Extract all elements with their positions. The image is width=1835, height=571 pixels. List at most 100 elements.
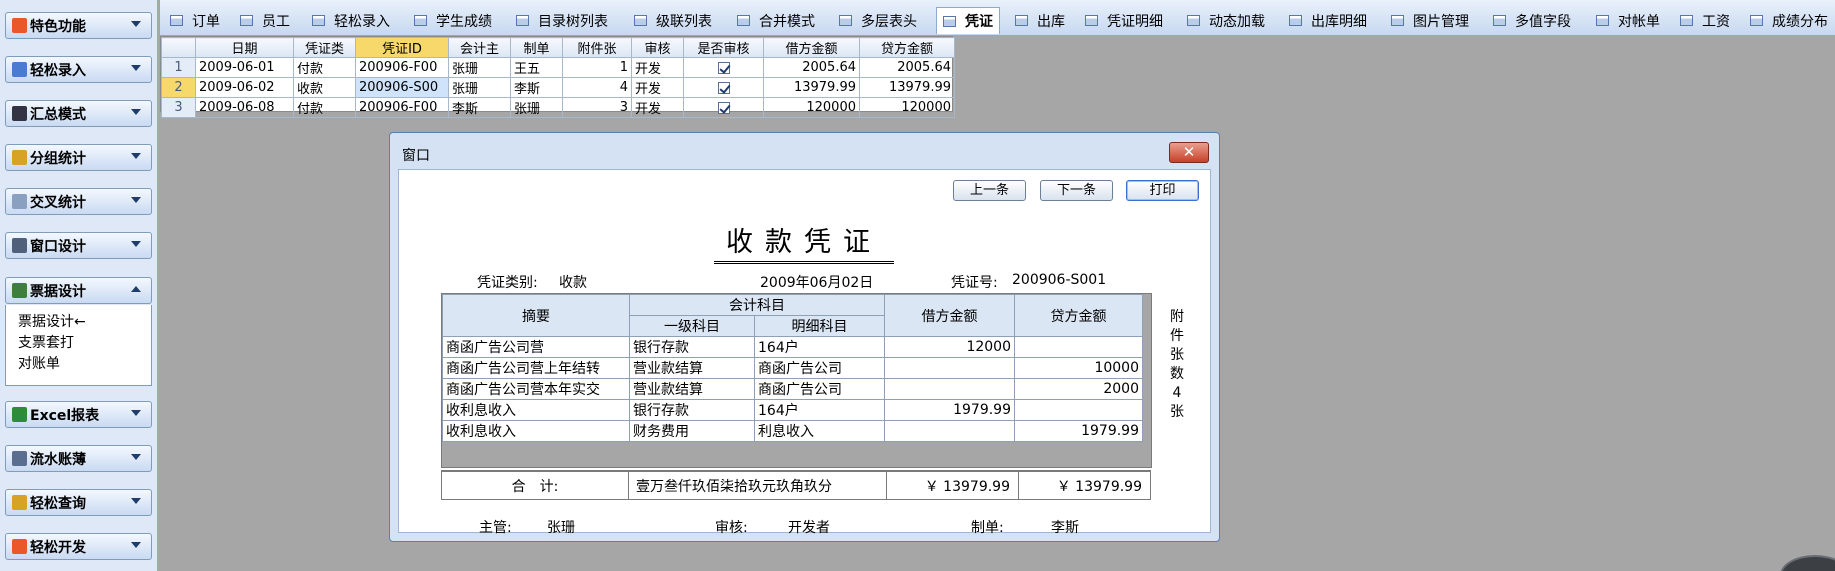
sidebar-group-summary[interactable]: 汇总模式 — [5, 100, 152, 127]
sidebar-group-feature[interactable]: 特色功能 — [5, 12, 152, 39]
checkbox[interactable] — [717, 101, 730, 114]
cell-maker[interactable]: 张珊 — [510, 97, 563, 118]
entry-level1: 营业款结算 — [629, 357, 755, 379]
grid-corner — [161, 37, 196, 58]
cell-date[interactable]: 2009-06-02 — [195, 77, 294, 98]
tab-statement[interactable]: 对帐单 — [1596, 7, 1660, 34]
column-header[interactable]: 会计主 — [448, 37, 511, 58]
cell-audit[interactable]: 开发 — [631, 97, 684, 118]
table-row[interactable]: 3 2009-06-08 付款 200906-F00 李斯 张珊 3 开发 12… — [161, 97, 955, 118]
table-row: 商函广告公司营 银行存款 164户 12000 — [442, 336, 1143, 358]
cell-attachments[interactable]: 3 — [562, 97, 632, 118]
cross-table-icon — [12, 194, 27, 209]
cell-voucher-id[interactable]: 200906-S00 — [355, 77, 449, 98]
column-header[interactable]: 借方金额 — [763, 37, 860, 58]
cell-audit[interactable]: 开发 — [631, 77, 684, 98]
cell-credit[interactable]: 2005.64 — [859, 57, 955, 78]
table-row[interactable]: 2 2009-06-02 收款 200906-S00 张珊 李斯 4 开发 13… — [161, 77, 955, 98]
tab-orders[interactable]: 订单 — [170, 7, 220, 34]
cell-type[interactable]: 付款 — [293, 57, 356, 78]
cell-type[interactable]: 收款 — [293, 77, 356, 98]
tab-salary[interactable]: 工资 — [1680, 7, 1730, 34]
header-debit: 借方金额 — [884, 294, 1015, 337]
tab-student-grades[interactable]: 学生成绩 — [414, 7, 492, 34]
cell-accountant[interactable]: 张珊 — [448, 57, 511, 78]
table-row: 商函广告公司营上年结转 营业款结算 商函广告公司 10000 — [442, 357, 1143, 379]
sidebar-group-group-stats[interactable]: 分组统计 — [5, 144, 152, 171]
table-icon — [839, 15, 852, 26]
close-button[interactable]: ✕ — [1169, 142, 1209, 163]
tab-merge-mode[interactable]: 合并模式 — [737, 7, 815, 34]
tab-image-mgmt[interactable]: 图片管理 — [1391, 7, 1469, 34]
column-header[interactable]: 日期 — [195, 37, 294, 58]
checkbox[interactable] — [717, 81, 730, 94]
cell-audited[interactable] — [683, 97, 764, 118]
tab-outbound[interactable]: 出库 — [1015, 7, 1065, 34]
sidebar-group-cross-stats[interactable]: 交叉统计 — [5, 188, 152, 215]
cell-accountant[interactable]: 李斯 — [448, 97, 511, 118]
table-row[interactable]: 1 2009-06-01 付款 200906-F00 张珊 王五 1 开发 20… — [161, 57, 955, 78]
sidebar-group-receipt-design[interactable]: 票据设计 — [5, 277, 152, 304]
header-credit: 贷方金额 — [1014, 294, 1143, 337]
cell-credit[interactable]: 13979.99 — [859, 77, 955, 98]
cell-debit[interactable]: 2005.64 — [763, 57, 860, 78]
cell-debit[interactable]: 13979.99 — [763, 77, 860, 98]
chevron-down-icon — [131, 542, 141, 548]
column-header[interactable]: 制单 — [510, 37, 563, 58]
cell-attachments[interactable]: 1 — [562, 57, 632, 78]
table-icon — [1596, 15, 1609, 26]
tab-dynamic-load[interactable]: 动态加载 — [1187, 7, 1265, 34]
tab-grade-dist[interactable]: 成绩分布 — [1750, 7, 1828, 34]
cell-voucher-id[interactable]: 200906-F00 — [355, 97, 449, 118]
cell-voucher-id[interactable]: 200906-F00 — [355, 57, 449, 78]
tab-label: 成绩分布 — [1772, 13, 1828, 30]
sidebar-group-window-design[interactable]: 窗口设计 — [5, 232, 152, 259]
submenu-item-statement[interactable]: 对账单 — [18, 353, 151, 374]
checkbox[interactable] — [717, 61, 730, 74]
cell-attachments[interactable]: 4 — [562, 77, 632, 98]
column-header[interactable]: 附件张 — [562, 37, 632, 58]
sidebar-group-excel-report[interactable]: Excel报表 — [5, 401, 152, 428]
sidebar-group-ledger[interactable]: 流水账薄 — [5, 445, 152, 472]
tab-outbound-detail[interactable]: 出库明细 — [1289, 7, 1367, 34]
cell-maker[interactable]: 李斯 — [510, 77, 563, 98]
entry-summary: 商函广告公司营 — [442, 336, 630, 358]
prev-button[interactable]: 上一条 — [953, 180, 1026, 201]
submenu-item-check-print[interactable]: 支票套打 — [18, 332, 151, 353]
tab-dir-tree[interactable]: 目录树列表 — [516, 7, 608, 34]
cell-date[interactable]: 2009-06-01 — [195, 57, 294, 78]
column-header[interactable]: 是否审核 — [683, 37, 764, 58]
tab-voucher[interactable]: 凭证 — [936, 7, 1000, 34]
tab-multi-value[interactable]: 多值字段 — [1493, 7, 1571, 34]
voucher-type-value: 收款 — [559, 275, 587, 291]
cell-audited[interactable] — [683, 77, 764, 98]
tab-cascade-list[interactable]: 级联列表 — [634, 7, 712, 34]
cell-audit[interactable]: 开发 — [631, 57, 684, 78]
next-button[interactable]: 下一条 — [1040, 180, 1113, 201]
tab-employees[interactable]: 员工 — [240, 7, 290, 34]
sidebar-group-easy-entry[interactable]: 轻松录入 — [5, 56, 152, 83]
cell-accountant[interactable]: 张珊 — [448, 77, 511, 98]
column-header[interactable]: 凭证ID — [355, 37, 449, 58]
cell-credit[interactable]: 120000 — [859, 97, 955, 118]
column-header[interactable]: 审核 — [631, 37, 684, 58]
floating-widget[interactable] — [1780, 555, 1835, 571]
sidebar-group-query[interactable]: 轻松查询 — [5, 489, 152, 516]
cell-maker[interactable]: 王五 — [510, 57, 563, 78]
cell-type[interactable]: 付款 — [293, 97, 356, 118]
tab-easy-entry[interactable]: 轻松录入 — [312, 7, 390, 34]
cell-date[interactable]: 2009-06-08 — [195, 97, 294, 118]
submenu-item-receipt-design[interactable]: 票据设计← — [18, 311, 151, 332]
voucher-no-value: 200906-S001 — [1012, 272, 1107, 288]
tab-voucher-detail[interactable]: 凭证明细 — [1085, 7, 1163, 34]
cell-audited[interactable] — [683, 57, 764, 78]
sidebar-group-develop[interactable]: 轻松开发 — [5, 533, 152, 560]
cell-debit[interactable]: 120000 — [763, 97, 860, 118]
voucher-dialog: 窗口 ✕ 上一条 下一条 打印 收款凭证 凭证类别: 收款 2009年06月02… — [389, 132, 1220, 542]
entry-debit: 12000 — [884, 336, 1015, 358]
tab-multi-header[interactable]: 多层表头 — [839, 7, 917, 34]
print-button[interactable]: 打印 — [1126, 180, 1199, 201]
column-header[interactable]: 贷方金额 — [859, 37, 955, 58]
sidebar-submenu: 票据设计← 支票套打 对账单 — [5, 305, 152, 386]
column-header[interactable]: 凭证类 — [293, 37, 356, 58]
